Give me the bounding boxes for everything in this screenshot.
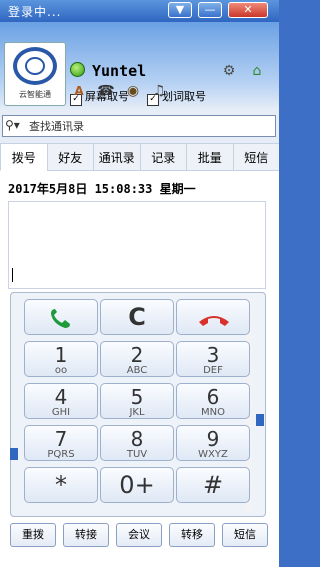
key-8-digit: 8 <box>130 427 144 451</box>
key-3-letters: DEF <box>203 365 223 376</box>
tab-records[interactable]: 记录 <box>139 143 187 171</box>
key-1[interactable]: 1 oo <box>24 341 98 377</box>
dial-panel: 2017年5月8日 15:08:33 星期一 C 1 oo 2 ABC 3 DEF 4… <box>0 171 279 567</box>
conference-button[interactable]: 会议 <box>116 523 162 547</box>
key-9-letters: WXYZ <box>198 449 228 460</box>
key-6[interactable]: 6 MNO <box>176 383 250 419</box>
key-8-letters: TUV <box>126 449 148 460</box>
key-7[interactable]: 7 PQRS <box>24 425 98 461</box>
key-6-letters: MNO <box>201 407 225 418</box>
minus-icon: — <box>204 3 216 16</box>
key-4-digit: 4 <box>54 385 68 409</box>
tab-friends[interactable]: 好友 <box>46 143 94 171</box>
tab-bar: 拨号 好友 通讯录 记录 批量 短信 <box>0 143 279 171</box>
key-2-digit: 2 <box>130 343 144 367</box>
search-bar[interactable]: ⚲▾ <box>2 115 276 137</box>
logo-text: 云智能通 <box>19 90 51 99</box>
search-input[interactable] <box>29 117 269 135</box>
font-icon[interactable]: A <box>70 82 88 100</box>
key-1-digit: 1 <box>54 343 68 367</box>
logo: 云智能通 <box>4 42 66 106</box>
key-3[interactable]: 3 DEF <box>176 341 250 377</box>
sms-button[interactable]: 短信 <box>222 523 268 547</box>
key-5[interactable]: 5 JKL <box>100 383 174 419</box>
minimize-button[interactable]: ▼ <box>168 2 192 18</box>
android-icon[interactable]: ⚙ <box>220 62 238 80</box>
key-hash-digit: # <box>202 471 224 499</box>
key-0-digit: 0+ <box>119 471 155 499</box>
call-button[interactable] <box>24 299 98 335</box>
app-window: 登录中... ▼ — ✕ 云智能通 Yuntel ⚙ ⌂ ✓ 屏幕取号 ✓ 划词取号… <box>0 0 279 567</box>
key-star[interactable]: * <box>24 467 98 503</box>
key-7-letters: PQRS <box>47 449 75 460</box>
call-icon <box>51 309 70 328</box>
phone-icon[interactable]: ☎ <box>97 82 115 100</box>
dial-icon <box>25 57 45 75</box>
hangup-button[interactable] <box>176 299 250 335</box>
word-pick-label: 划词取号 <box>162 90 206 103</box>
number-input[interactable] <box>8 201 266 289</box>
close-button[interactable]: ✕ <box>228 2 268 18</box>
key-star-digit: * <box>55 471 67 499</box>
title-bar[interactable]: 登录中... ▼ — ✕ <box>0 0 279 22</box>
online-status-icon[interactable] <box>70 62 85 77</box>
key-2[interactable]: 2 ABC <box>100 341 174 377</box>
key-2-letters: ABC <box>126 365 148 376</box>
key-8[interactable]: 8 TUV <box>100 425 174 461</box>
tab-sms[interactable]: 短信 <box>232 143 279 171</box>
clear-button[interactable]: C <box>100 299 174 335</box>
datetime-display: 2017年5月8日 15:08:33 星期一 <box>8 182 196 196</box>
key-6-digit: 6 <box>206 385 220 409</box>
key-hash[interactable]: # <box>176 467 250 503</box>
hangup-icon <box>199 316 229 326</box>
microphone-icon[interactable]: ♫ <box>150 82 168 100</box>
key-3-digit: 3 <box>206 343 220 367</box>
tab-dial[interactable]: 拨号 <box>0 143 48 171</box>
key-9[interactable]: 9 WXYZ <box>176 425 250 461</box>
key-7-digit: 7 <box>54 427 68 451</box>
key-4[interactable]: 4 GHI <box>24 383 98 419</box>
key-5-letters: JKL <box>129 407 145 418</box>
key-4-letters: GHI <box>51 407 71 418</box>
text-caret <box>12 268 13 282</box>
window-title: 登录中... <box>8 5 62 19</box>
forward-button[interactable]: 转移 <box>169 523 215 547</box>
scroll-marker-right[interactable] <box>256 414 264 426</box>
username: Yuntel <box>92 62 147 80</box>
transfer-button[interactable]: 转接 <box>63 523 109 547</box>
voicemail-icon: oo <box>54 365 68 376</box>
chevron-down-icon: ▼ <box>175 3 185 16</box>
key-9-digit: 9 <box>206 427 220 451</box>
clear-label: C <box>128 303 146 331</box>
scroll-marker-left[interactable] <box>10 448 18 460</box>
key-0[interactable]: 0+ <box>100 467 174 503</box>
restore-button[interactable]: — <box>198 2 222 18</box>
search-icon[interactable]: ⚲▾ <box>5 118 20 132</box>
redial-button[interactable]: 重拨 <box>10 523 56 547</box>
close-icon: ✕ <box>243 3 253 16</box>
header: 云智能通 Yuntel ⚙ ⌂ ✓ 屏幕取号 ✓ 划词取号 A ☎ ◉ ♫ <box>0 22 279 110</box>
headset-icon[interactable]: ◉ <box>124 82 142 100</box>
tab-contacts[interactable]: 通讯录 <box>93 143 141 171</box>
home-icon[interactable]: ⌂ <box>248 62 266 80</box>
key-5-digit: 5 <box>130 385 144 409</box>
tab-batch[interactable]: 批量 <box>186 143 234 171</box>
